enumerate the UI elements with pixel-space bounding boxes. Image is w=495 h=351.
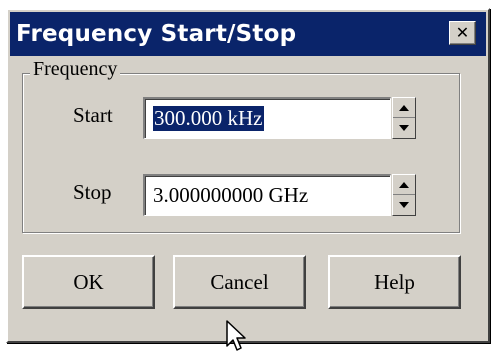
window-title: Frequency Start/Stop bbox=[16, 21, 297, 47]
title-bar[interactable]: Frequency Start/Stop ✕ bbox=[10, 12, 486, 56]
ok-button[interactable]: OK bbox=[22, 255, 155, 309]
cancel-button[interactable]: Cancel bbox=[173, 255, 306, 309]
stop-spin-down-button[interactable] bbox=[393, 195, 415, 215]
start-spinner[interactable] bbox=[392, 97, 416, 139]
close-button[interactable]: ✕ bbox=[449, 21, 476, 45]
start-value: 300.000 kHz bbox=[153, 106, 264, 131]
stop-input[interactable]: 3.000000000 GHz bbox=[143, 174, 391, 216]
arrow-up-icon bbox=[399, 104, 409, 111]
arrow-up-icon bbox=[399, 181, 409, 188]
close-icon: ✕ bbox=[455, 23, 470, 42]
stop-spinner[interactable] bbox=[392, 174, 416, 216]
start-spin-down-button[interactable] bbox=[393, 118, 415, 138]
start-input[interactable]: 300.000 kHz bbox=[143, 97, 391, 139]
arrow-down-icon bbox=[399, 202, 409, 208]
stop-value: 3.000000000 GHz bbox=[153, 183, 309, 207]
stop-spin-up-button[interactable] bbox=[393, 175, 415, 195]
stop-label: Stop bbox=[73, 180, 112, 204]
mouse-pointer-icon bbox=[226, 320, 246, 351]
start-label: Start bbox=[73, 103, 113, 127]
group-label: Frequency bbox=[30, 58, 121, 81]
arrow-down-icon bbox=[399, 125, 409, 131]
help-button[interactable]: Help bbox=[328, 255, 461, 309]
start-spin-up-button[interactable] bbox=[393, 98, 415, 118]
